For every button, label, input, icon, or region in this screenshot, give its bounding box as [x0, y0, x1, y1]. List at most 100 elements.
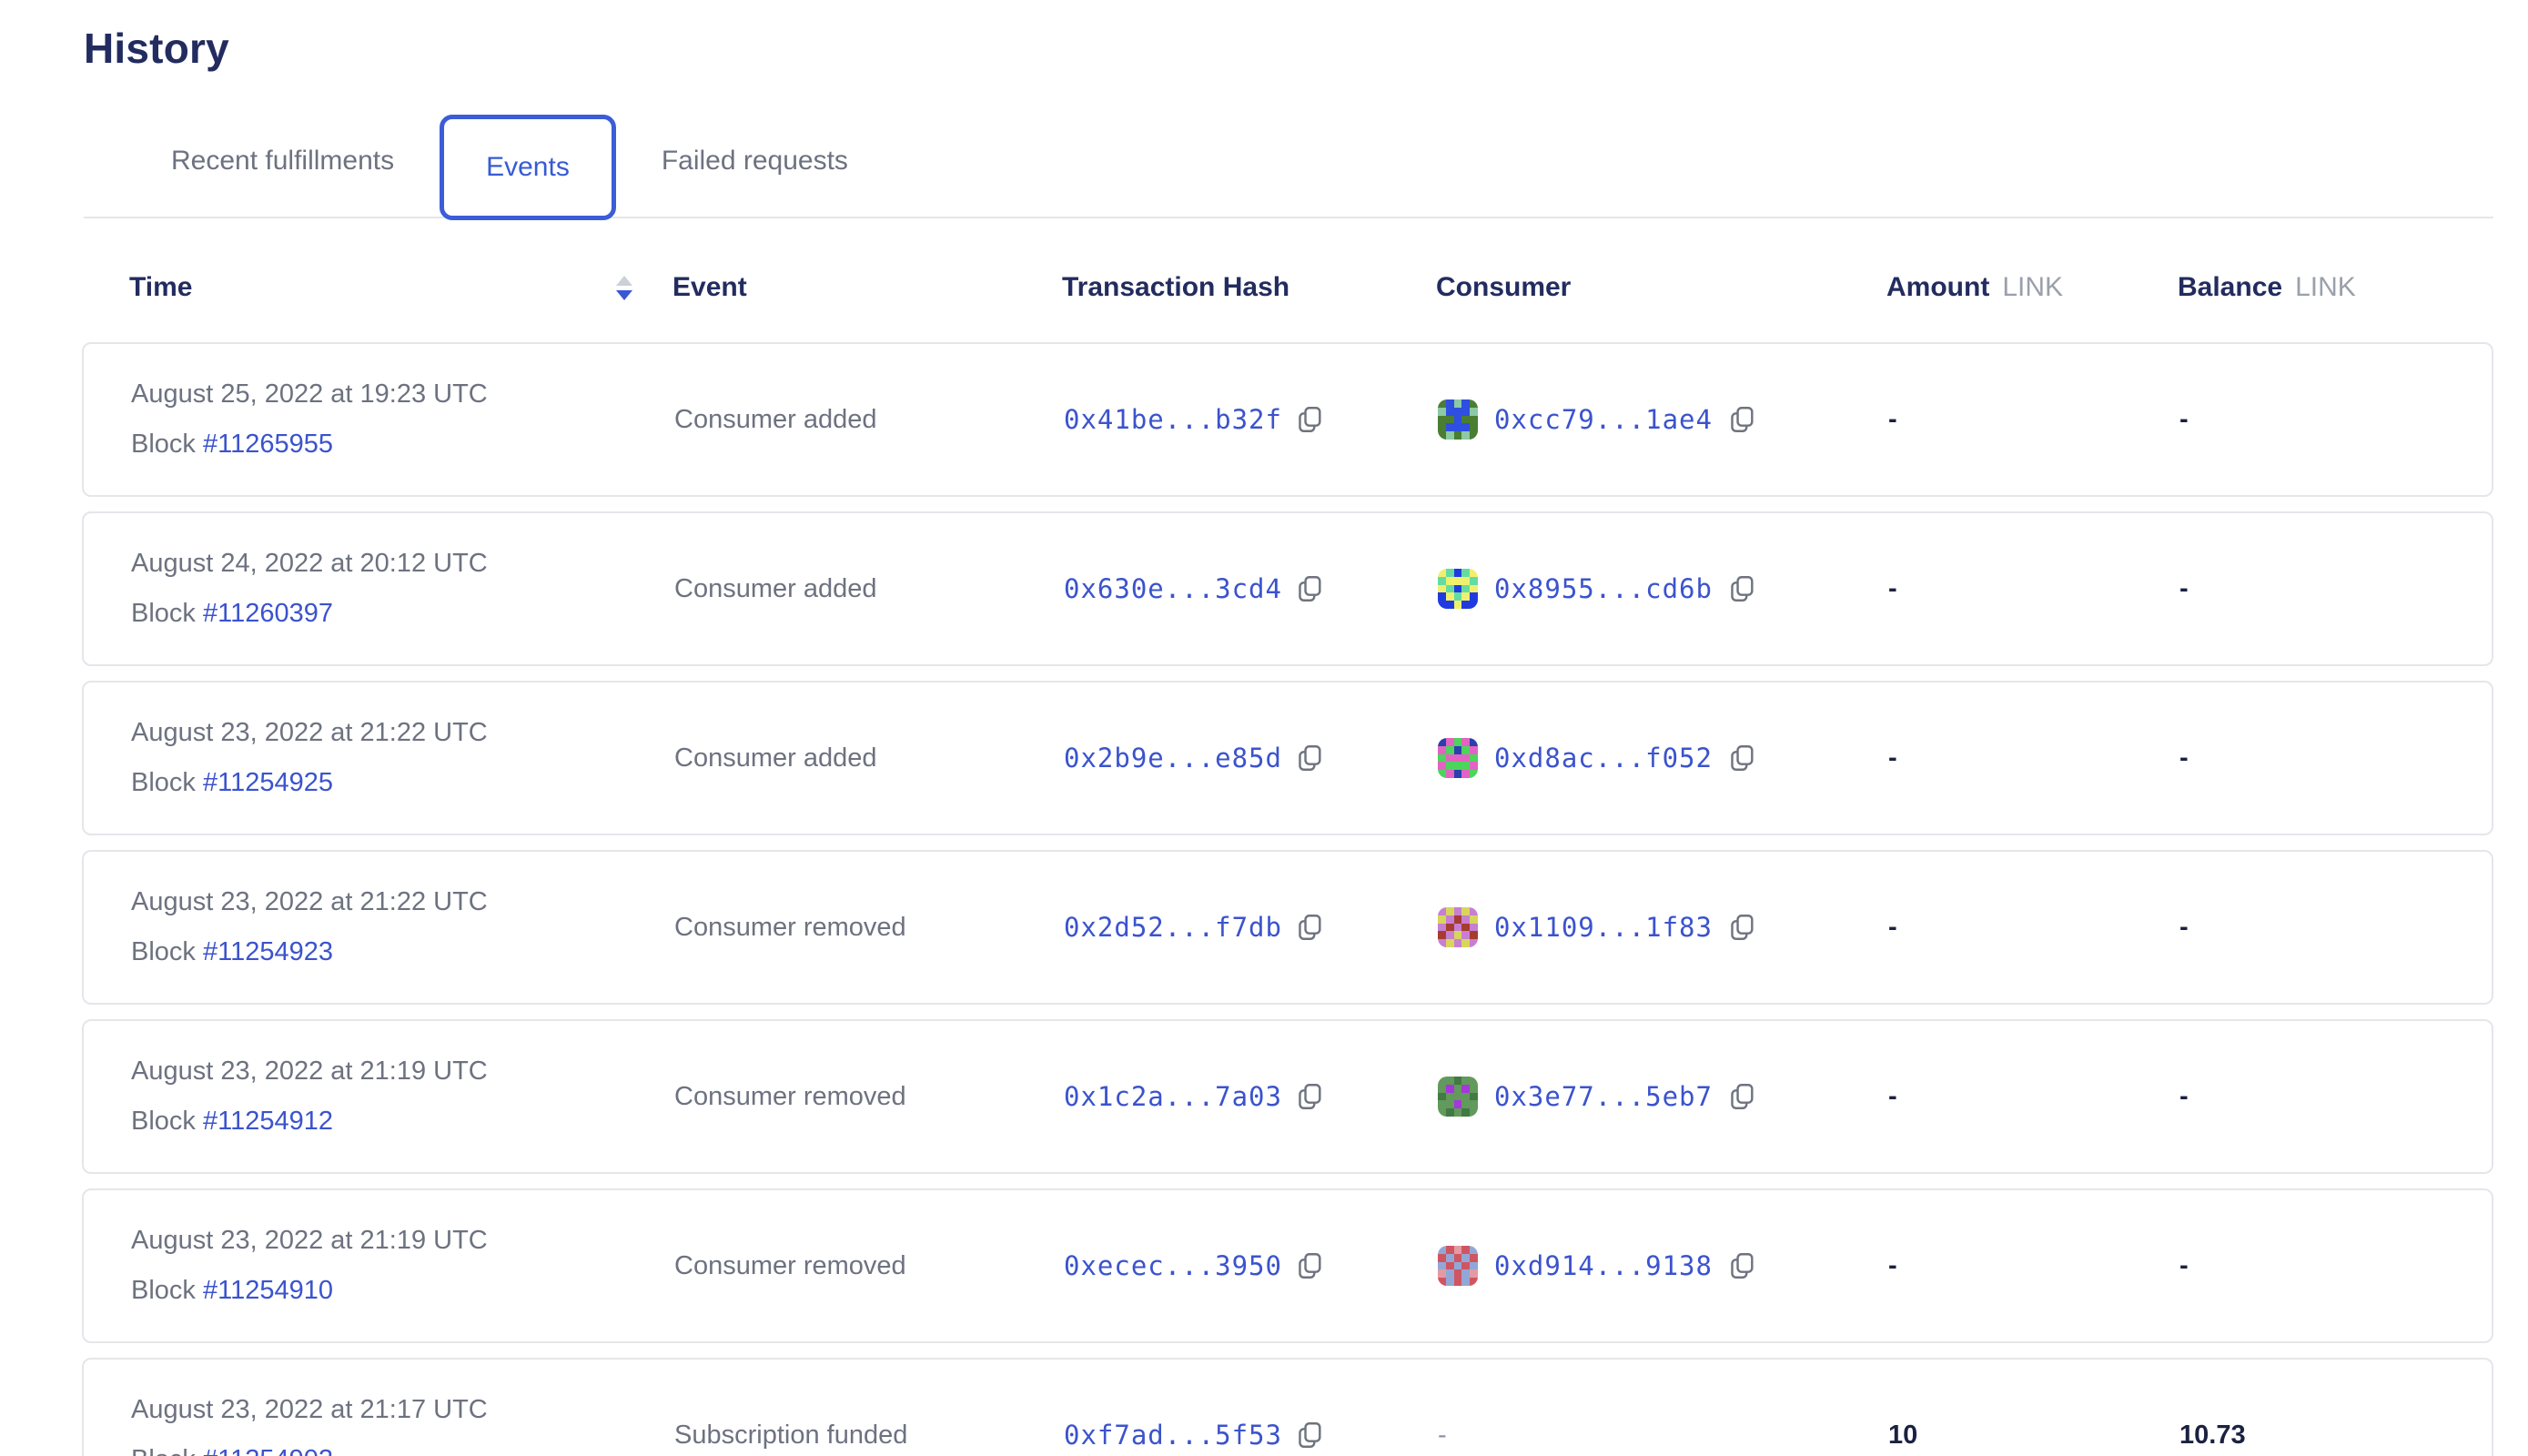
block-number-link[interactable]: #11260397: [203, 599, 333, 628]
page-title: History: [84, 24, 2493, 73]
time-cell: August 23, 2022 at 21:17 UTC Block #1125…: [131, 1395, 674, 1456]
consumer-avatar: [1438, 399, 1478, 440]
copy-icon[interactable]: [1297, 743, 1324, 774]
tab-bar: Recent fulfillments Events Failed reques…: [84, 106, 2493, 218]
block-label: Block: [131, 1276, 203, 1305]
block-line: Block #11260397: [131, 599, 674, 629]
copy-icon[interactable]: [1297, 1420, 1324, 1451]
block-number-link[interactable]: #11254923: [203, 937, 333, 966]
copy-icon[interactable]: [1297, 573, 1324, 604]
consumer-address-link[interactable]: 0x8955...cd6b: [1494, 573, 1713, 604]
transaction-hash-link[interactable]: 0x2d52...f7db: [1064, 912, 1282, 943]
table-row: August 23, 2022 at 21:19 UTC Block #1125…: [82, 1188, 2493, 1343]
event-type-cell: Consumer removed: [674, 913, 1064, 943]
balance-cell: -: [2179, 743, 2492, 774]
block-line: Block #11254902: [131, 1445, 674, 1456]
block-number-link[interactable]: #11254925: [203, 768, 333, 797]
time-cell: August 23, 2022 at 21:19 UTC Block #1125…: [131, 1057, 674, 1137]
tab-recent-fulfillments[interactable]: Recent fulfillments: [129, 146, 436, 177]
balance-unit-label: LINK: [2295, 272, 2356, 303]
transaction-hash-link[interactable]: 0xecec...3950: [1064, 1250, 1282, 1281]
block-label: Block: [131, 599, 203, 628]
event-type-cell: Consumer added: [674, 574, 1064, 604]
transaction-hash-link[interactable]: 0x630e...3cd4: [1064, 573, 1282, 604]
transaction-hash-cell: 0x2d52...f7db: [1064, 912, 1438, 943]
column-header-amount: Amount LINK: [1886, 272, 2178, 303]
transaction-hash-cell: 0x1c2a...7a03: [1064, 1081, 1438, 1112]
block-label: Block: [131, 1445, 203, 1456]
consumer-cell: 0xcc79...1ae4: [1438, 399, 1888, 440]
consumer-address-link[interactable]: 0xcc79...1ae4: [1494, 404, 1713, 435]
events-table-body: August 25, 2022 at 19:23 UTC Block #1126…: [82, 342, 2493, 1456]
amount-unit-label: LINK: [2002, 272, 2063, 303]
column-header-transaction-hash: Transaction Hash: [1062, 272, 1436, 303]
table-row: August 23, 2022 at 21:22 UTC Block #1125…: [82, 681, 2493, 835]
time-cell: August 25, 2022 at 19:23 UTC Block #1126…: [131, 379, 674, 460]
balance-cell: -: [2179, 574, 2492, 604]
column-header-consumer: Consumer: [1436, 272, 1886, 303]
event-type-cell: Consumer added: [674, 405, 1064, 435]
copy-icon[interactable]: [1729, 404, 1756, 435]
consumer-address-link[interactable]: 0x3e77...5eb7: [1494, 1081, 1713, 1112]
copy-icon[interactable]: [1297, 1081, 1324, 1112]
block-number-link[interactable]: #11254910: [203, 1276, 333, 1305]
copy-icon[interactable]: [1729, 1081, 1756, 1112]
event-timestamp: August 23, 2022 at 21:19 UTC: [131, 1057, 674, 1087]
consumer-address-link[interactable]: 0xd914...9138: [1494, 1250, 1713, 1281]
consumer-cell: 0x8955...cd6b: [1438, 569, 1888, 609]
block-label: Block: [131, 1107, 203, 1136]
table-row: August 23, 2022 at 21:17 UTC Block #1125…: [82, 1358, 2493, 1456]
block-number-link[interactable]: #11254902: [203, 1445, 333, 1456]
table-row: August 23, 2022 at 21:22 UTC Block #1125…: [82, 850, 2493, 1005]
consumer-avatar: [1438, 738, 1478, 778]
column-header-balance: Balance LINK: [2178, 272, 2493, 303]
tab-failed-requests[interactable]: Failed requests: [620, 146, 890, 177]
table-row: August 24, 2022 at 20:12 UTC Block #1126…: [82, 511, 2493, 666]
consumer-empty-dash: -: [1438, 1421, 1447, 1451]
amount-cell: -: [1888, 405, 2179, 435]
consumer-address-link[interactable]: 0x1109...1f83: [1494, 912, 1713, 943]
balance-cell: -: [2179, 405, 2492, 435]
column-header-time[interactable]: Time: [129, 272, 672, 303]
copy-icon[interactable]: [1729, 573, 1756, 604]
balance-cell: -: [2179, 913, 2492, 943]
balance-cell: -: [2179, 1082, 2492, 1112]
consumer-address-link[interactable]: 0xd8ac...f052: [1494, 743, 1713, 774]
copy-icon[interactable]: [1297, 404, 1324, 435]
event-type-cell: Consumer removed: [674, 1082, 1064, 1112]
table-row: August 23, 2022 at 21:19 UTC Block #1125…: [82, 1019, 2493, 1174]
sort-descending-icon[interactable]: [616, 276, 632, 300]
block-number-link[interactable]: #11254912: [203, 1107, 333, 1136]
transaction-hash-link[interactable]: 0xf7ad...5f53: [1064, 1420, 1282, 1451]
consumer-cell: 0x3e77...5eb7: [1438, 1077, 1888, 1117]
block-line: Block #11254925: [131, 768, 674, 798]
block-line: Block #11265955: [131, 430, 674, 460]
consumer-cell: -: [1438, 1421, 1888, 1451]
amount-cell: -: [1888, 913, 2179, 943]
history-page: History Recent fulfillments Events Faile…: [0, 0, 2528, 1456]
transaction-hash-link[interactable]: 0x1c2a...7a03: [1064, 1081, 1282, 1112]
copy-icon[interactable]: [1729, 912, 1756, 943]
balance-cell: 10.73: [2179, 1421, 2492, 1451]
amount-cell: -: [1888, 574, 2179, 604]
time-cell: August 24, 2022 at 20:12 UTC Block #1126…: [131, 549, 674, 629]
consumer-cell: 0xd914...9138: [1438, 1246, 1888, 1286]
amount-cell: -: [1888, 743, 2179, 774]
copy-icon[interactable]: [1729, 1250, 1756, 1281]
event-timestamp: August 23, 2022 at 21:22 UTC: [131, 718, 674, 748]
transaction-hash-link[interactable]: 0x2b9e...e85d: [1064, 743, 1282, 774]
balance-cell: -: [2179, 1251, 2492, 1281]
consumer-avatar: [1438, 569, 1478, 609]
amount-cell: 10: [1888, 1421, 2179, 1451]
block-number-link[interactable]: #11265955: [203, 430, 333, 459]
transaction-hash-cell: 0xecec...3950: [1064, 1250, 1438, 1281]
block-label: Block: [131, 768, 203, 797]
event-type-cell: Consumer added: [674, 743, 1064, 774]
transaction-hash-link[interactable]: 0x41be...b32f: [1064, 404, 1282, 435]
transaction-hash-cell: 0x630e...3cd4: [1064, 573, 1438, 604]
copy-icon[interactable]: [1297, 912, 1324, 943]
tab-events[interactable]: Events: [440, 115, 616, 220]
copy-icon[interactable]: [1729, 743, 1756, 774]
block-line: Block #11254910: [131, 1276, 674, 1306]
copy-icon[interactable]: [1297, 1250, 1324, 1281]
